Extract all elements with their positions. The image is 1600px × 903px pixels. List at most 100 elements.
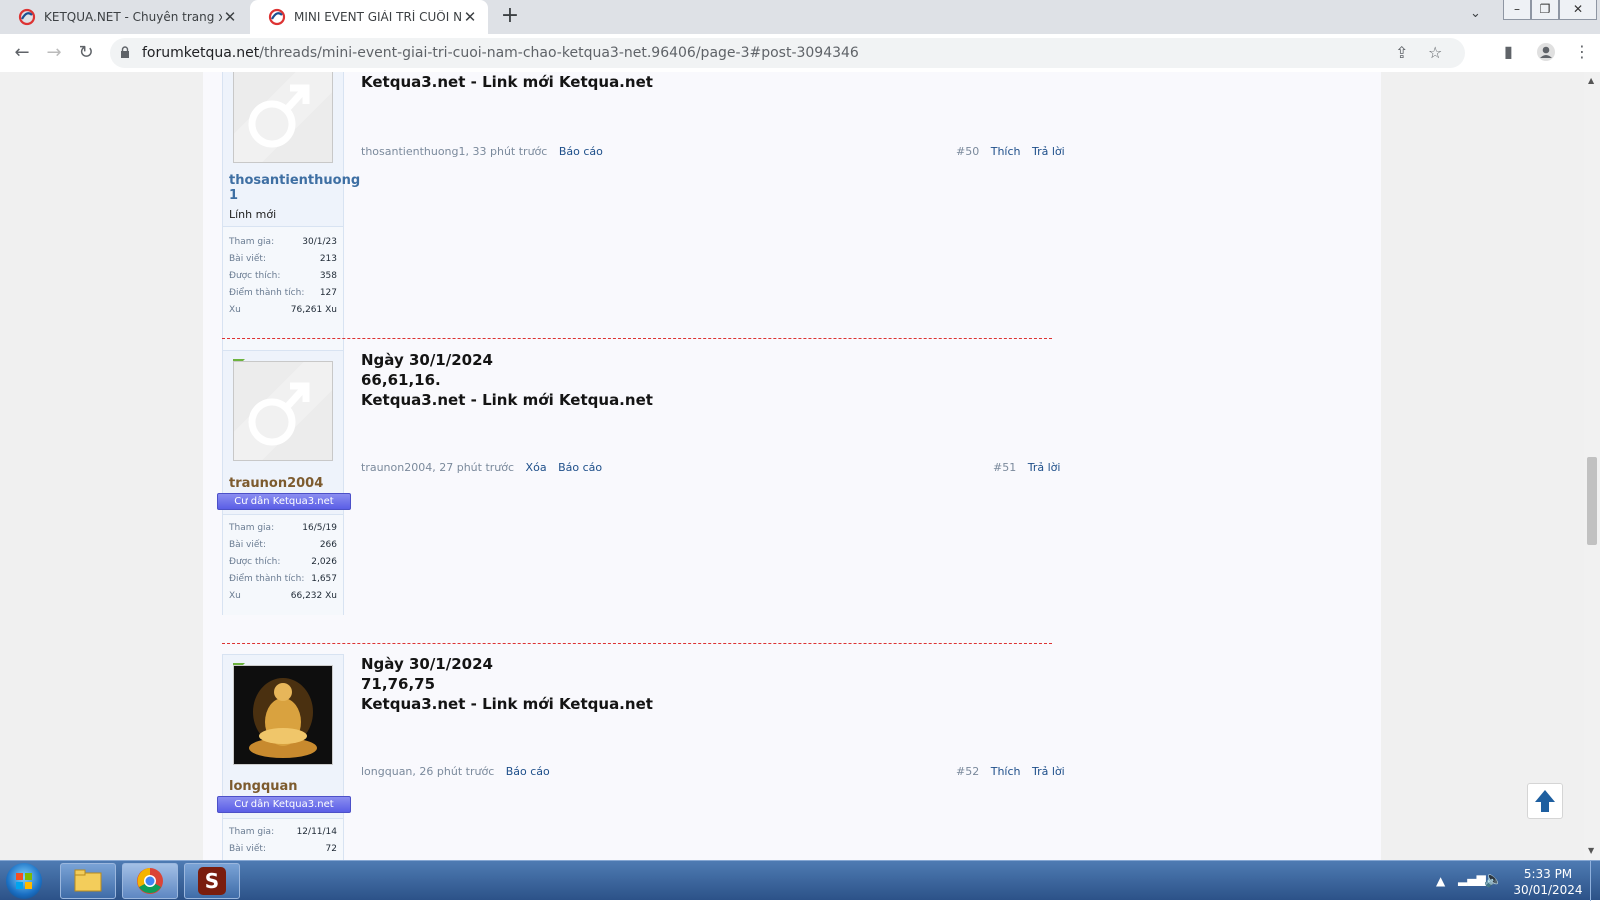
close-tab-icon[interactable]: ✕: [222, 8, 238, 26]
stat-value: 30/1/23: [302, 237, 337, 247]
post-message: Ketqua3.net - Link mới Ketqua.net: [361, 72, 653, 92]
page-viewport: thosantienthuong 1 Lính mới Tham gia: 30/…: [0, 72, 1584, 860]
back-arrow-icon[interactable]: ←: [10, 42, 34, 64]
stat-label: Tham gia:: [229, 827, 275, 837]
stat-likes: Được thích: 358: [229, 271, 337, 281]
url-text: forumketqua.net/threads/mini-event-giai-…: [142, 45, 859, 61]
avatar[interactable]: [233, 665, 333, 765]
stat-value: 72: [325, 844, 337, 854]
network-signal-icon[interactable]: ▂▄▆: [1458, 872, 1486, 886]
post-author[interactable]: longquan: [361, 765, 412, 778]
stat-joined: Tham gia: 12/11/14: [229, 827, 337, 837]
stat-label: Bài viết:: [229, 254, 266, 264]
post-author[interactable]: traunon2004: [361, 461, 432, 474]
chrome-icon: [137, 868, 163, 894]
folder-icon: [74, 869, 102, 892]
post-meta: thosantienthuong1, 33 phút trước Báo cáo: [361, 145, 603, 158]
taskbar-explorer[interactable]: [60, 863, 116, 899]
scroll-down-arrow-icon[interactable]: ▼: [1588, 846, 1594, 855]
new-tab-icon[interactable]: +: [498, 4, 522, 28]
avatar[interactable]: [219, 347, 347, 475]
post-meta: longquan, 26 phút trước Báo cáo: [361, 765, 550, 778]
address-toolbar: ← → ↻ forumketqua.net/threads/mini-event…: [0, 34, 1600, 73]
post-number[interactable]: #52: [956, 765, 979, 778]
stat-value: 358: [319, 271, 337, 281]
avatar[interactable]: [219, 72, 347, 177]
stat-xu: Xu 66,232 Xu: [229, 591, 337, 601]
clock-time: 5:33 PM: [1523, 867, 1573, 881]
reply-link[interactable]: Trả lời: [1032, 145, 1065, 158]
start-button[interactable]: [6, 863, 42, 899]
report-link[interactable]: Báo cáo: [506, 765, 550, 778]
post-actions: #51 Trả lời: [993, 461, 1584, 474]
post-actions: #52 Thích Trả lời: [956, 765, 1584, 778]
tab-title: KETQUA.NET - Chuyên trang xổ số: [44, 10, 222, 24]
lock-icon: [121, 46, 129, 58]
stat-value: 16/5/19: [302, 523, 337, 533]
taskbar-app[interactable]: S: [184, 863, 240, 899]
reload-icon[interactable]: ↻: [74, 42, 98, 64]
default-male-avatar-icon: [219, 72, 347, 177]
tab-strip: KETQUA.NET - Chuyên trang xổ số ✕ MINI E…: [0, 0, 1600, 34]
username[interactable]: thosantienthuong 1: [229, 173, 360, 203]
minimize-icon[interactable]: –: [1503, 0, 1531, 20]
bookmark-star-icon[interactable]: ☆: [1428, 43, 1442, 62]
svg-text:S: S: [205, 869, 219, 893]
tab-search-chevron-icon[interactable]: ⌄: [1470, 6, 1481, 21]
stat-label: Được thích:: [229, 557, 281, 567]
share-icon[interactable]: ⇪: [1395, 43, 1408, 62]
user-rank-ribbon: Cư dân Ketqua3.net: [217, 796, 351, 813]
close-window-icon[interactable]: ✕: [1559, 0, 1597, 20]
post-number[interactable]: #51: [993, 461, 1016, 474]
stat-points: Điểm thành tích: 1,657: [229, 574, 337, 584]
page-scrollbar[interactable]: ▲ ▼: [1584, 72, 1600, 860]
volume-icon[interactable]: 🔈: [1484, 870, 1503, 888]
stat-joined: Tham gia: 30/1/23: [229, 237, 337, 247]
report-link[interactable]: Báo cáo: [559, 145, 603, 158]
scrollbar-thumb[interactable]: [1587, 457, 1597, 545]
profile-avatar-icon[interactable]: [1536, 42, 1556, 62]
post-line: Ngày 30/1/2024: [361, 655, 493, 673]
report-link[interactable]: Báo cáo: [558, 461, 602, 474]
forward-arrow-icon[interactable]: →: [42, 42, 66, 64]
delete-link[interactable]: Xóa: [526, 461, 547, 474]
omnibox[interactable]: forumketqua.net/threads/mini-event-giai-…: [110, 38, 1465, 68]
post-time[interactable]: 26 phút trước: [419, 765, 494, 778]
like-link[interactable]: Thích: [991, 765, 1021, 778]
post-time[interactable]: 27 phút trước: [439, 461, 514, 474]
username[interactable]: longquan: [229, 779, 341, 794]
stat-likes: Được thích: 2,026: [229, 557, 337, 567]
tab-ketqua[interactable]: KETQUA.NET - Chuyên trang xổ số ✕: [0, 0, 248, 34]
taskbar-chrome[interactable]: [122, 863, 178, 899]
scroll-to-top-button[interactable]: [1527, 783, 1563, 819]
scroll-up-arrow-icon[interactable]: ▲: [1588, 76, 1594, 85]
reply-link[interactable]: Trả lời: [1028, 461, 1061, 474]
restore-icon[interactable]: ❐: [1531, 0, 1559, 20]
user-info-panel: traunon2004 Cư dân Ketqua3.net Tham gia:…: [217, 347, 351, 615]
stat-posts: Bài viết: 213: [229, 254, 337, 264]
post-author[interactable]: thosantienthuong1: [361, 145, 466, 158]
username[interactable]: traunon2004: [229, 476, 341, 491]
like-link[interactable]: Thích: [991, 145, 1021, 158]
post-line: 66,61,16.: [361, 371, 441, 389]
tab-mini-event[interactable]: MINI EVENT GIẢI TRÍ CUỐI NĂM ✕: [250, 0, 488, 34]
reply-link[interactable]: Trả lời: [1032, 765, 1065, 778]
show-desktop-button[interactable]: [1590, 861, 1600, 901]
user-stats: Tham gia: 12/11/14 Bài viết: 72: [223, 818, 343, 860]
stat-label: Tham gia:: [229, 523, 275, 533]
user-info-panel: longquan Cư dân Ketqua3.net Tham gia: 12/…: [217, 654, 351, 860]
clock[interactable]: 5:33 PM 30/01/2024: [1512, 866, 1584, 898]
stat-label: Điểm thành tích:: [229, 574, 305, 584]
post-message: Ngày 30/1/2024 71,76,75 Ketqua3.net - Li…: [361, 654, 653, 714]
stat-value: 76,261 Xu: [290, 305, 337, 315]
post-meta: traunon2004, 27 phút trước Xóa Báo cáo: [361, 461, 603, 474]
user-stats: Tham gia: 16/5/19 Bài viết: 266 Được thích…: [223, 514, 343, 615]
side-panel-icon[interactable]: ▮: [1504, 42, 1513, 61]
tray-expand-icon[interactable]: ▲: [1436, 874, 1445, 888]
close-tab-icon[interactable]: ✕: [462, 8, 478, 26]
post-message: Ngày 30/1/2024 66,61,16. Ketqua3.net - L…: [361, 350, 653, 410]
menu-kebab-icon[interactable]: ⋮: [1574, 42, 1590, 61]
stat-posts: Bài viết: 72: [229, 844, 337, 854]
post-time[interactable]: 33 phút trước: [473, 145, 548, 158]
post-number[interactable]: #50: [956, 145, 979, 158]
